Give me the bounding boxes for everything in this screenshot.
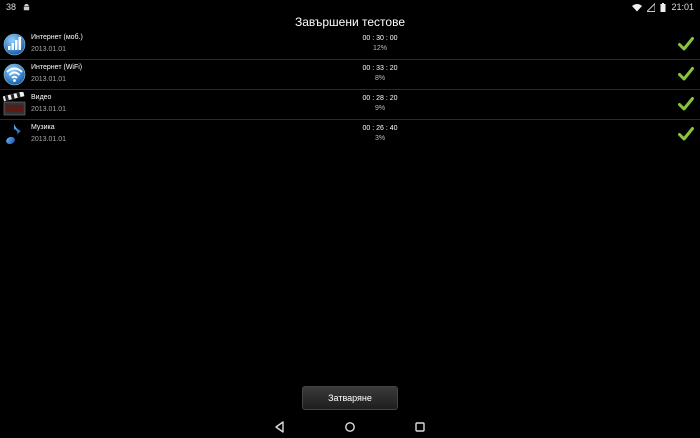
test-name: Интернет (WiFi) — [31, 64, 83, 71]
home-icon[interactable] — [343, 420, 357, 434]
test-duration: 00 : 30 : 00 — [362, 35, 398, 42]
list-item[interactable]: Интернет (моб.) 2013.01.01 00 : 30 : 00 … — [0, 30, 700, 60]
test-percent: 3% — [374, 135, 386, 142]
checkmark-icon — [678, 66, 694, 82]
list-item[interactable]: Интернет (WiFi) 2013.01.01 00 : 33 : 20 … — [0, 60, 700, 90]
test-percent: 12% — [372, 45, 387, 52]
completed-tests-list: Интернет (моб.) 2013.01.01 00 : 30 : 00 … — [0, 30, 700, 150]
test-percent: 9% — [374, 105, 386, 112]
list-item[interactable]: Видео 2013.01.01 00 : 28 : 20 9% — [0, 90, 700, 120]
test-name: Музика — [31, 124, 55, 131]
test-date: 2013.01.01 — [31, 136, 67, 143]
status-time: 21:01 — [671, 2, 694, 12]
recent-apps-icon[interactable] — [413, 420, 427, 434]
battery-icon — [660, 2, 666, 12]
test-duration: 00 : 28 : 20 — [362, 95, 398, 102]
android-icon — [22, 3, 31, 12]
clapperboard-icon — [2, 91, 26, 117]
checkmark-icon — [678, 126, 694, 142]
wifi-icon — [3, 62, 26, 87]
signal-status-icon — [647, 2, 656, 12]
wifi-status-icon — [632, 3, 643, 12]
status-notification-count: 38 — [6, 2, 17, 12]
music-note-icon — [3, 122, 26, 147]
test-duration: 00 : 26 : 40 — [362, 125, 398, 132]
status-bar: 38 21:01 — [0, 0, 700, 14]
test-date: 2013.01.01 — [31, 46, 67, 53]
back-icon[interactable] — [273, 420, 287, 434]
close-button[interactable]: Затваряне — [302, 386, 398, 410]
test-duration: 00 : 33 : 20 — [362, 65, 398, 72]
mobile-signal-icon — [3, 32, 26, 57]
list-item[interactable]: Музика 2013.01.01 00 : 26 : 40 3% — [0, 120, 700, 150]
test-percent: 8% — [374, 75, 386, 82]
page-title: Завършени тестове — [294, 15, 406, 29]
test-name: Интернет (моб.) — [31, 34, 83, 41]
checkmark-icon — [678, 96, 694, 112]
checkmark-icon — [678, 36, 694, 52]
test-date: 2013.01.01 — [31, 76, 67, 83]
test-name: Видео — [31, 94, 52, 101]
test-date: 2013.01.01 — [31, 106, 67, 113]
navigation-bar — [0, 414, 700, 438]
